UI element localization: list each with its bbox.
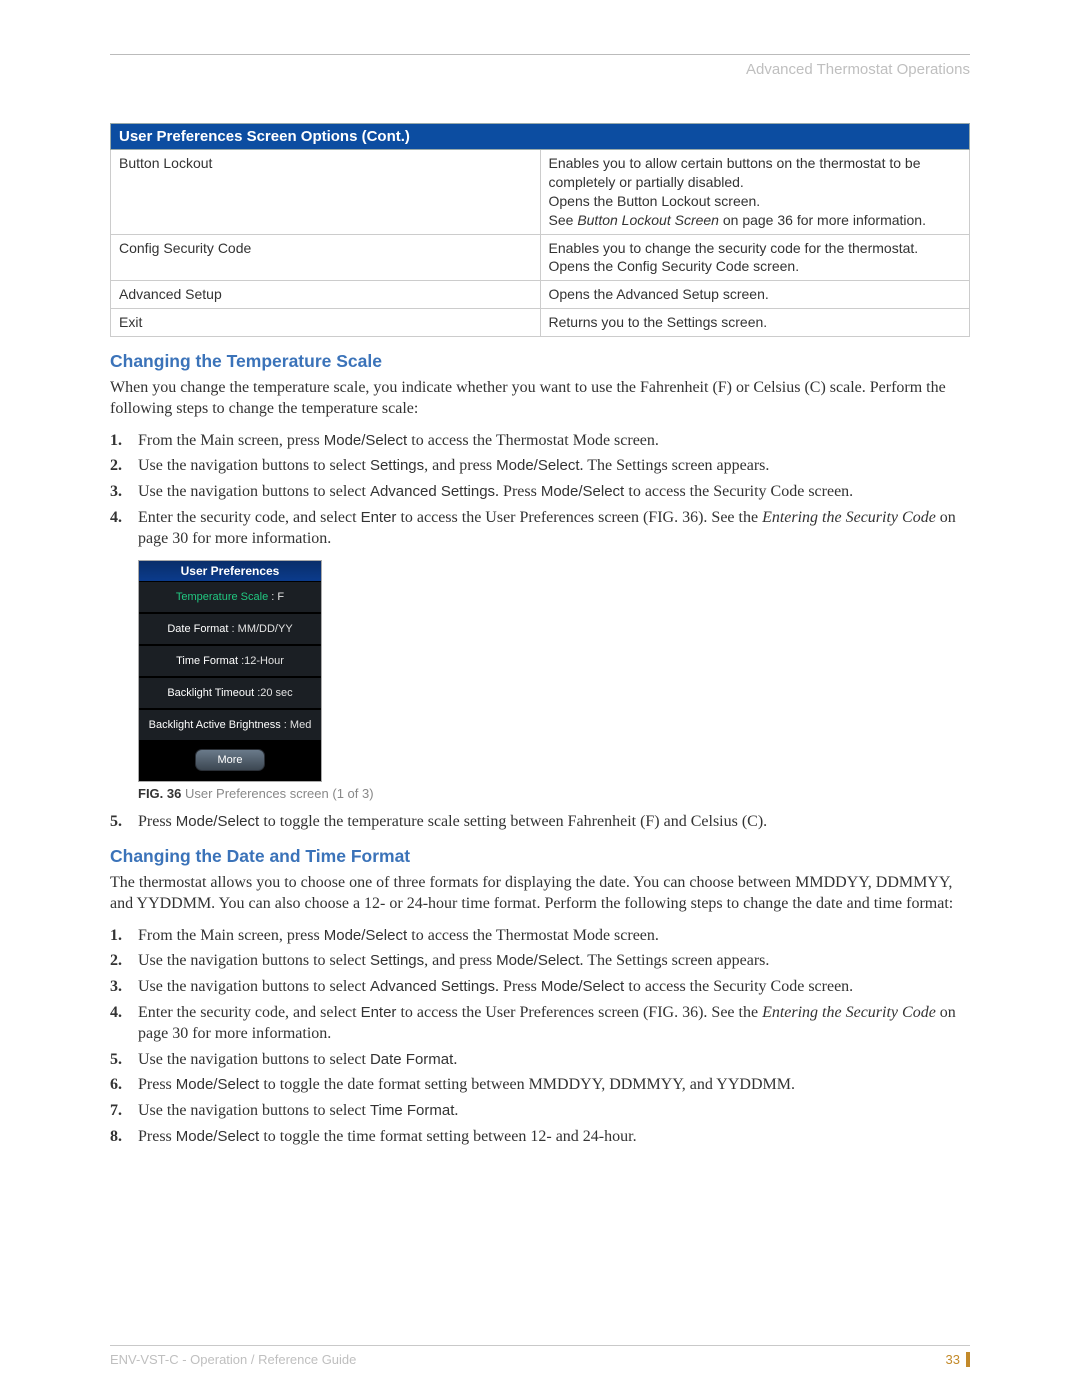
row-label: Config Security Code [111, 234, 541, 281]
more-button: More [195, 749, 265, 771]
device-button-row: More [139, 741, 321, 781]
step: 5.Press Mode/Select to toggle the temper… [110, 811, 970, 833]
row-line: Opens the Button Lockout screen. [549, 192, 962, 211]
intro-temp-scale: When you change the temperature scale, y… [110, 378, 970, 420]
heading-temp-scale: Changing the Temperature Scale [110, 351, 970, 372]
device-screenshot: User Preferences Temperature Scale : F D… [138, 560, 322, 782]
step: 1.From the Main screen, press Mode/Selec… [110, 430, 970, 452]
page: Advanced Thermostat Operations User Pref… [0, 0, 1080, 1397]
page-number: 33 [946, 1352, 970, 1367]
table-row: Exit Returns you to the Settings screen. [111, 309, 970, 337]
table-title: User Preferences Screen Options (Cont.) [111, 124, 970, 150]
step: 6.Press Mode/Select to toggle the date f… [110, 1074, 970, 1096]
row-label: Button Lockout [111, 150, 541, 235]
table-row: Config Security Code Enables you to chan… [111, 234, 970, 281]
footer-doc: ENV-VST-C - Operation / Reference Guide [110, 1352, 356, 1367]
row-desc: Enables you to change the security code … [540, 234, 970, 281]
footer: ENV-VST-C - Operation / Reference Guide … [110, 1345, 970, 1367]
row-desc: Enables you to allow certain buttons on … [540, 150, 970, 235]
step: 7.Use the navigation buttons to select T… [110, 1100, 970, 1122]
device-row-backlight-brightness: Backlight Active Brightness : Med [139, 709, 321, 741]
figure-caption: FIG. 36 User Preferences screen (1 of 3) [138, 786, 970, 801]
row-see: See Button Lockout Screen on page 36 for… [549, 211, 962, 230]
step: 1.From the Main screen, press Mode/Selec… [110, 925, 970, 947]
header-section: Advanced Thermostat Operations [110, 61, 970, 78]
intro-date-time: The thermostat allows you to choose one … [110, 873, 970, 915]
row-label: Advanced Setup [111, 281, 541, 309]
device-row-date-format: Date Format : MM/DD/YY [139, 613, 321, 645]
device-row-time-format: Time Format :12-Hour [139, 645, 321, 677]
step: 3.Use the navigation buttons to select A… [110, 976, 970, 998]
row-line: Enables you to allow certain buttons on … [549, 154, 962, 192]
steps-temp-scale-cont: 5.Press Mode/Select to toggle the temper… [110, 811, 970, 833]
table-row: Button Lockout Enables you to allow cert… [111, 150, 970, 235]
step: 2.Use the navigation buttons to select S… [110, 455, 970, 477]
top-rule [110, 54, 970, 55]
row-label: Exit [111, 309, 541, 337]
row-line: Opens the Config Security Code screen. [549, 257, 962, 276]
row-desc: Opens the Advanced Setup screen. [540, 281, 970, 309]
steps-date-time: 1.From the Main screen, press Mode/Selec… [110, 925, 970, 1147]
steps-temp-scale: 1.From the Main screen, press Mode/Selec… [110, 430, 970, 550]
step: 4.Enter the security code, and select En… [110, 507, 970, 550]
step: 3.Use the navigation buttons to select A… [110, 481, 970, 503]
heading-date-time: Changing the Date and Time Format [110, 846, 970, 867]
device-row-temp-scale: Temperature Scale : F [139, 581, 321, 613]
row-desc: Returns you to the Settings screen. [540, 309, 970, 337]
user-preferences-table: User Preferences Screen Options (Cont.) … [110, 123, 970, 337]
step: 4.Enter the security code, and select En… [110, 1002, 970, 1045]
step: 5.Use the navigation buttons to select D… [110, 1049, 970, 1071]
table-row: Advanced Setup Opens the Advanced Setup … [111, 281, 970, 309]
step: 2.Use the navigation buttons to select S… [110, 950, 970, 972]
device-title: User Preferences [139, 561, 321, 581]
row-line: Enables you to change the security code … [549, 239, 962, 258]
device-row-backlight-timeout: Backlight Timeout :20 sec [139, 677, 321, 709]
step: 8.Press Mode/Select to toggle the time f… [110, 1126, 970, 1148]
